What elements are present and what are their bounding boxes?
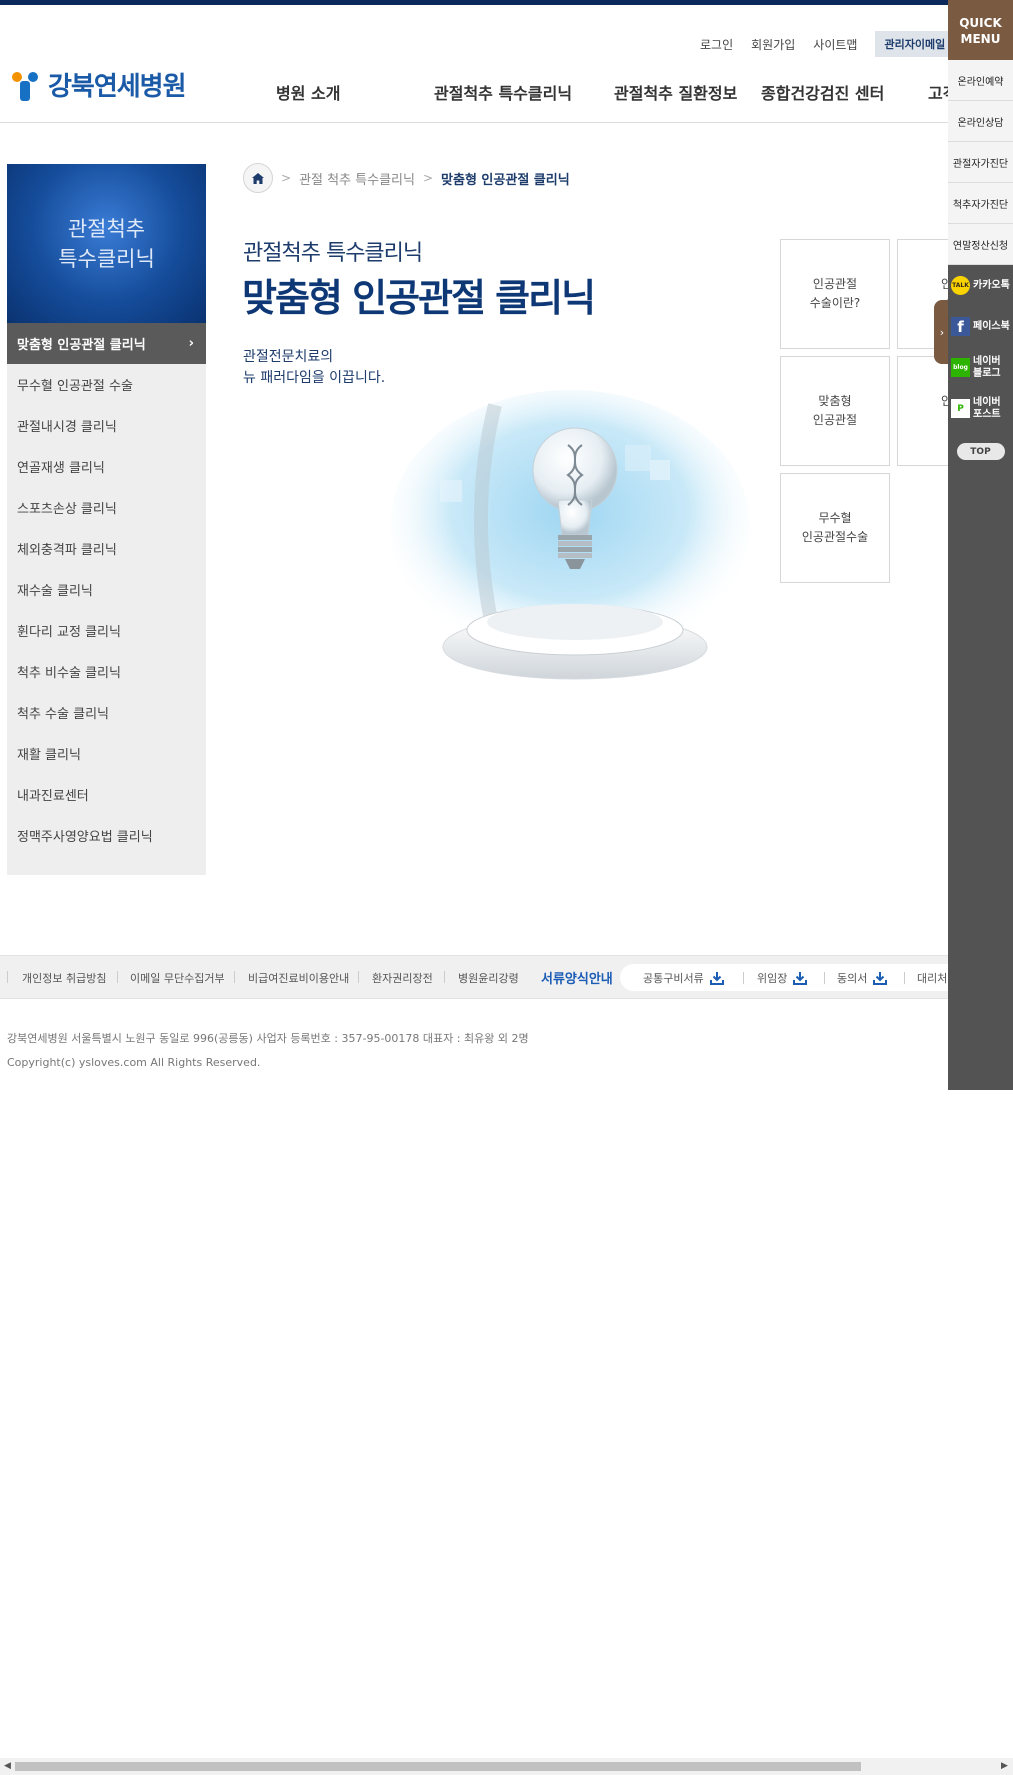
footer-privacy-link[interactable]: 개인정보 취급방침 [22, 970, 106, 986]
quick-kakaotalk[interactable]: TALK 카카오톡 [948, 265, 1013, 306]
footer-address-block: 강북연세병원 서울특별시 노원구 동일로 996(공릉동) 사업자 등록번호 :… [7, 1027, 529, 1075]
side-nav-item[interactable]: 연골재생 클리닉 [7, 446, 206, 487]
footer-copyright: Copyright(c) ysloves.com All Rights Rese… [7, 1056, 261, 1069]
breadcrumb-level1[interactable]: 관절 척추 특수클리닉 [299, 169, 415, 188]
download-icon [793, 971, 808, 985]
admin-email-button[interactable]: 관리자이메일 [875, 31, 955, 57]
naver-post-icon: P [951, 399, 970, 418]
side-nav-title-line1: 관절척추 [67, 216, 146, 241]
footer-link-bar: 개인정보 취급방침 이메일 무단수집거부 비급여진료비이용안내 환자권리장전 병… [0, 955, 960, 999]
page-description: 관절전문치료의 뉴 패러다임을 이끕니다. [243, 347, 385, 389]
sitemap-link[interactable]: 사이트맵 [813, 36, 857, 53]
horizontal-scrollbar[interactable]: ◀ ▶ [0, 1758, 1013, 1775]
forms-guide-title: 서류양식안내 [541, 972, 613, 987]
side-nav-item[interactable]: 휜다리 교정 클리닉 [7, 610, 206, 651]
login-link[interactable]: 로그인 [700, 36, 733, 53]
page-title: 맞춤형 인공관절 클리닉 [242, 276, 596, 320]
utility-nav: 로그인 회원가입 사이트맵 관리자이메일 [700, 31, 955, 57]
side-nav-active-label: 맞춤형 인공관절 클리닉 [17, 338, 146, 353]
breadcrumb-separator-icon: > [281, 171, 292, 185]
quick-online-consult[interactable]: 온라인상담 [948, 101, 1013, 142]
hospital-logo[interactable]: 강북연세병원 [10, 66, 187, 103]
side-nav-item[interactable]: 재수술 클리닉 [7, 569, 206, 610]
facebook-icon: f [951, 317, 970, 336]
side-nav-item[interactable]: 관절내시경 클리닉 [7, 405, 206, 446]
side-nav-item[interactable]: 척추 비수술 클리닉 [7, 651, 206, 692]
chevron-right-icon: › [939, 325, 945, 339]
forms-download-bar: 공통구비서류 위임장 동의서 대리처 [620, 964, 960, 991]
footer-noncovered-fee-link[interactable]: 비급여진료비이용안내 [248, 970, 349, 986]
side-nav-item-active[interactable]: 맞춤형 인공관절 클리닉 › [7, 323, 206, 364]
home-icon[interactable] [243, 163, 273, 193]
logo-mark-icon [10, 69, 42, 101]
nav-special-clinic[interactable]: 관절척추 특수클리닉 [434, 80, 572, 104]
quick-joint-self-check[interactable]: 관절자가진단 [948, 142, 1013, 183]
chevron-right-icon: › [188, 336, 194, 351]
quick-menu-header: QUICK MENU [948, 0, 1013, 60]
side-nav-item[interactable]: 스포츠손상 클리닉 [7, 487, 206, 528]
side-nav-item[interactable]: 무수혈 인공관절 수술 [7, 364, 206, 405]
quick-spine-self-check[interactable]: 척추자가진단 [948, 183, 1013, 224]
nav-health-checkup[interactable]: 종합건강검진 센터 [761, 80, 884, 104]
scroll-top-button[interactable]: TOP [956, 443, 1005, 460]
download-common-docs[interactable]: 공통구비서류 [643, 970, 724, 986]
nav-about[interactable]: 병원 소개 [276, 80, 340, 104]
scrollbar-thumb[interactable] [15, 1762, 861, 1771]
breadcrumb-current: 맞춤형 인공관절 클리닉 [441, 172, 570, 188]
footer-address: 강북연세병원 서울특별시 노원구 동일로 996(공릉동) 사업자 등록번호 :… [7, 1032, 529, 1045]
breadcrumb-separator-icon: > [422, 171, 434, 185]
header-divider [0, 122, 948, 123]
page-subtitle: 관절척추 특수클리닉 [243, 241, 423, 266]
download-icon [709, 971, 724, 985]
quick-facebook[interactable]: f 페이스북 [948, 306, 1013, 347]
side-nav-title-line2: 특수클리닉 [58, 246, 155, 271]
scroll-right-icon[interactable]: ▶ [1001, 1761, 1008, 1771]
side-nav-item[interactable]: 체외충격파 클리닉 [7, 528, 206, 569]
footer-patient-rights-link[interactable]: 환자권리장전 [372, 970, 433, 986]
naver-blog-icon: blog [951, 358, 970, 377]
card-bloodless-surgery[interactable]: 무수혈 인공관절수술 [780, 473, 890, 583]
side-nav-item[interactable]: 정맥주사영양요법 클리닉 [7, 815, 206, 856]
side-nav-item[interactable]: 내과진료센터 [7, 774, 206, 815]
quick-naver-blog[interactable]: blog 네이버 블로그 [948, 347, 1013, 388]
top-accent-bar [0, 0, 1013, 5]
scroll-left-icon[interactable]: ◀ [4, 1761, 11, 1771]
side-nav-title: 관절척추 특수클리닉 [7, 164, 206, 323]
side-nav-item[interactable]: 척추 수술 클리닉 [7, 692, 206, 733]
download-power-of-attorney[interactable]: 위임장 [757, 970, 808, 986]
signup-link[interactable]: 회원가입 [751, 36, 795, 53]
nav-disease-info[interactable]: 관절척추 질환정보 [614, 80, 737, 104]
kakao-talk-icon: TALK [951, 276, 970, 295]
quick-naver-post[interactable]: P 네이버 포스트 [948, 388, 1013, 429]
card-custom-artificial-joint[interactable]: 맞춤형 인공관절 [780, 356, 890, 466]
card-artificial-joint-surgery[interactable]: 인공관절 수술이란? [780, 239, 890, 349]
breadcrumb: > 관절 척추 특수클리닉 > 맞춤형 인공관절 클리닉 [243, 163, 570, 193]
description-line1: 관절전문치료의 [243, 349, 334, 365]
download-consent-form[interactable]: 동의서 [837, 970, 888, 986]
footer-ethics-link[interactable]: 병원윤리강령 [458, 970, 519, 986]
side-nav-item[interactable]: 재활 클리닉 [7, 733, 206, 774]
footer-email-refusal-link[interactable]: 이메일 무단수집거부 [130, 970, 225, 986]
description-line2: 뉴 패러다임을 이끕니다. [243, 370, 386, 386]
download-proxy-form[interactable]: 대리처 [917, 970, 947, 986]
quick-online-reservation[interactable]: 온라인예약 [948, 60, 1013, 101]
logo-text: 강북연세병원 [48, 72, 187, 102]
side-nav: 관절척추 특수클리닉 맞춤형 인공관절 클리닉 › 무수혈 인공관절 수술 관절내… [7, 164, 206, 875]
quick-menu: QUICK MENU 온라인예약 온라인상담 관절자가진단 척추자가진단 연말정… [948, 0, 1013, 1090]
quick-year-end-tax[interactable]: 연말정산신청 [948, 224, 1013, 265]
download-icon [873, 971, 888, 985]
lightbulb-dna-illustration [380, 385, 750, 685]
